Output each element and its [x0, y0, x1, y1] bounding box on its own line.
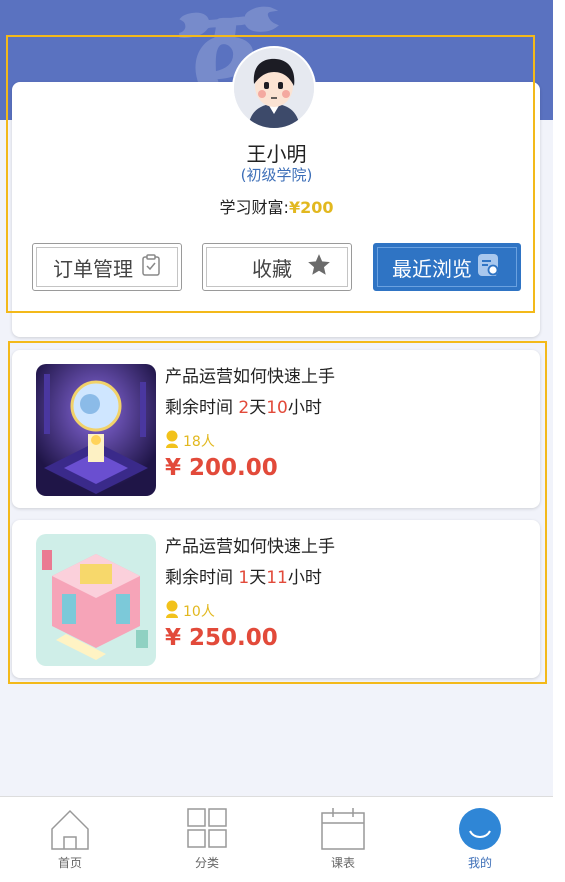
person-icon	[165, 600, 179, 622]
hours-unit: 小时	[287, 568, 322, 588]
hours-value: 10	[266, 398, 288, 418]
course-remaining-time: 剩余时间 2天10小时	[165, 393, 322, 418]
course-thumbnail	[36, 364, 156, 496]
grid-icon	[187, 808, 227, 848]
enrolled-count: 18人	[165, 430, 215, 452]
profile-screen: ጀ 王小明 (初级学院) 学习财富:¥200 订单管理 收藏 最近浏览 产品运营…	[0, 0, 553, 882]
time-prefix: 剩余时间	[165, 398, 239, 418]
recent-views-button-label: 最近浏览	[392, 256, 472, 281]
wealth-label: 学习财富:	[219, 198, 289, 217]
study-wealth: 学习财富:¥200	[0, 194, 553, 218]
document-search-icon	[476, 252, 502, 283]
tab-schedule[interactable]: 课表	[303, 797, 383, 882]
course-card[interactable]: 产品运营如何快速上手 剩余时间 2天10小时 18人 ¥ 200.00	[12, 350, 540, 508]
calendar-icon	[321, 808, 365, 850]
course-price: ¥ 200.00	[165, 455, 278, 481]
orders-button[interactable]: 订单管理	[32, 243, 182, 291]
bottom-tab-bar: 首页 分类 课表 我的	[0, 796, 553, 882]
recent-views-button[interactable]: 最近浏览	[373, 243, 521, 291]
avatar[interactable]	[232, 46, 316, 130]
tab-category-label: 分类	[194, 856, 219, 870]
tab-mine[interactable]: 我的	[440, 797, 520, 882]
tab-home-label: 首页	[57, 856, 82, 870]
tab-schedule-label: 课表	[330, 856, 355, 870]
home-icon	[51, 809, 89, 850]
days-unit: 天	[249, 398, 267, 418]
hours-unit: 小时	[287, 398, 322, 418]
days-value: 2	[238, 398, 250, 418]
avatar-illustration	[234, 48, 314, 128]
days-value: 1	[238, 568, 250, 588]
course-title: 产品运营如何快速上手	[165, 537, 335, 557]
user-level: (初级学院)	[240, 166, 313, 184]
star-icon	[306, 252, 332, 283]
course-price: ¥ 250.00	[165, 625, 278, 651]
tab-category[interactable]: 分类	[167, 797, 247, 882]
wealth-amount: ¥200	[288, 198, 334, 217]
favorites-button-label: 收藏	[252, 256, 292, 281]
enrolled-count-text: 10人	[183, 604, 215, 620]
user-name: 王小明	[246, 142, 307, 166]
course-remaining-time: 剩余时间 1天11小时	[165, 563, 322, 588]
enrolled-count-text: 18人	[183, 434, 215, 450]
course-title: 产品运营如何快速上手	[165, 367, 335, 387]
course-card[interactable]: 产品运营如何快速上手 剩余时间 1天11小时 10人 ¥ 250.00	[12, 520, 540, 678]
hours-value: 11	[266, 568, 288, 588]
course-thumbnail	[36, 534, 156, 666]
enrolled-count: 10人	[165, 600, 215, 622]
days-unit: 天	[249, 568, 267, 588]
time-prefix: 剩余时间	[165, 568, 239, 588]
clipboard-check-icon	[141, 253, 161, 281]
favorites-button[interactable]: 收藏	[202, 243, 352, 291]
tab-mine-label: 我的	[467, 856, 492, 870]
tab-home[interactable]: 首页	[30, 797, 110, 882]
profile-smile-icon	[459, 808, 501, 850]
orders-button-label: 订单管理	[53, 256, 133, 281]
person-icon	[165, 430, 179, 452]
